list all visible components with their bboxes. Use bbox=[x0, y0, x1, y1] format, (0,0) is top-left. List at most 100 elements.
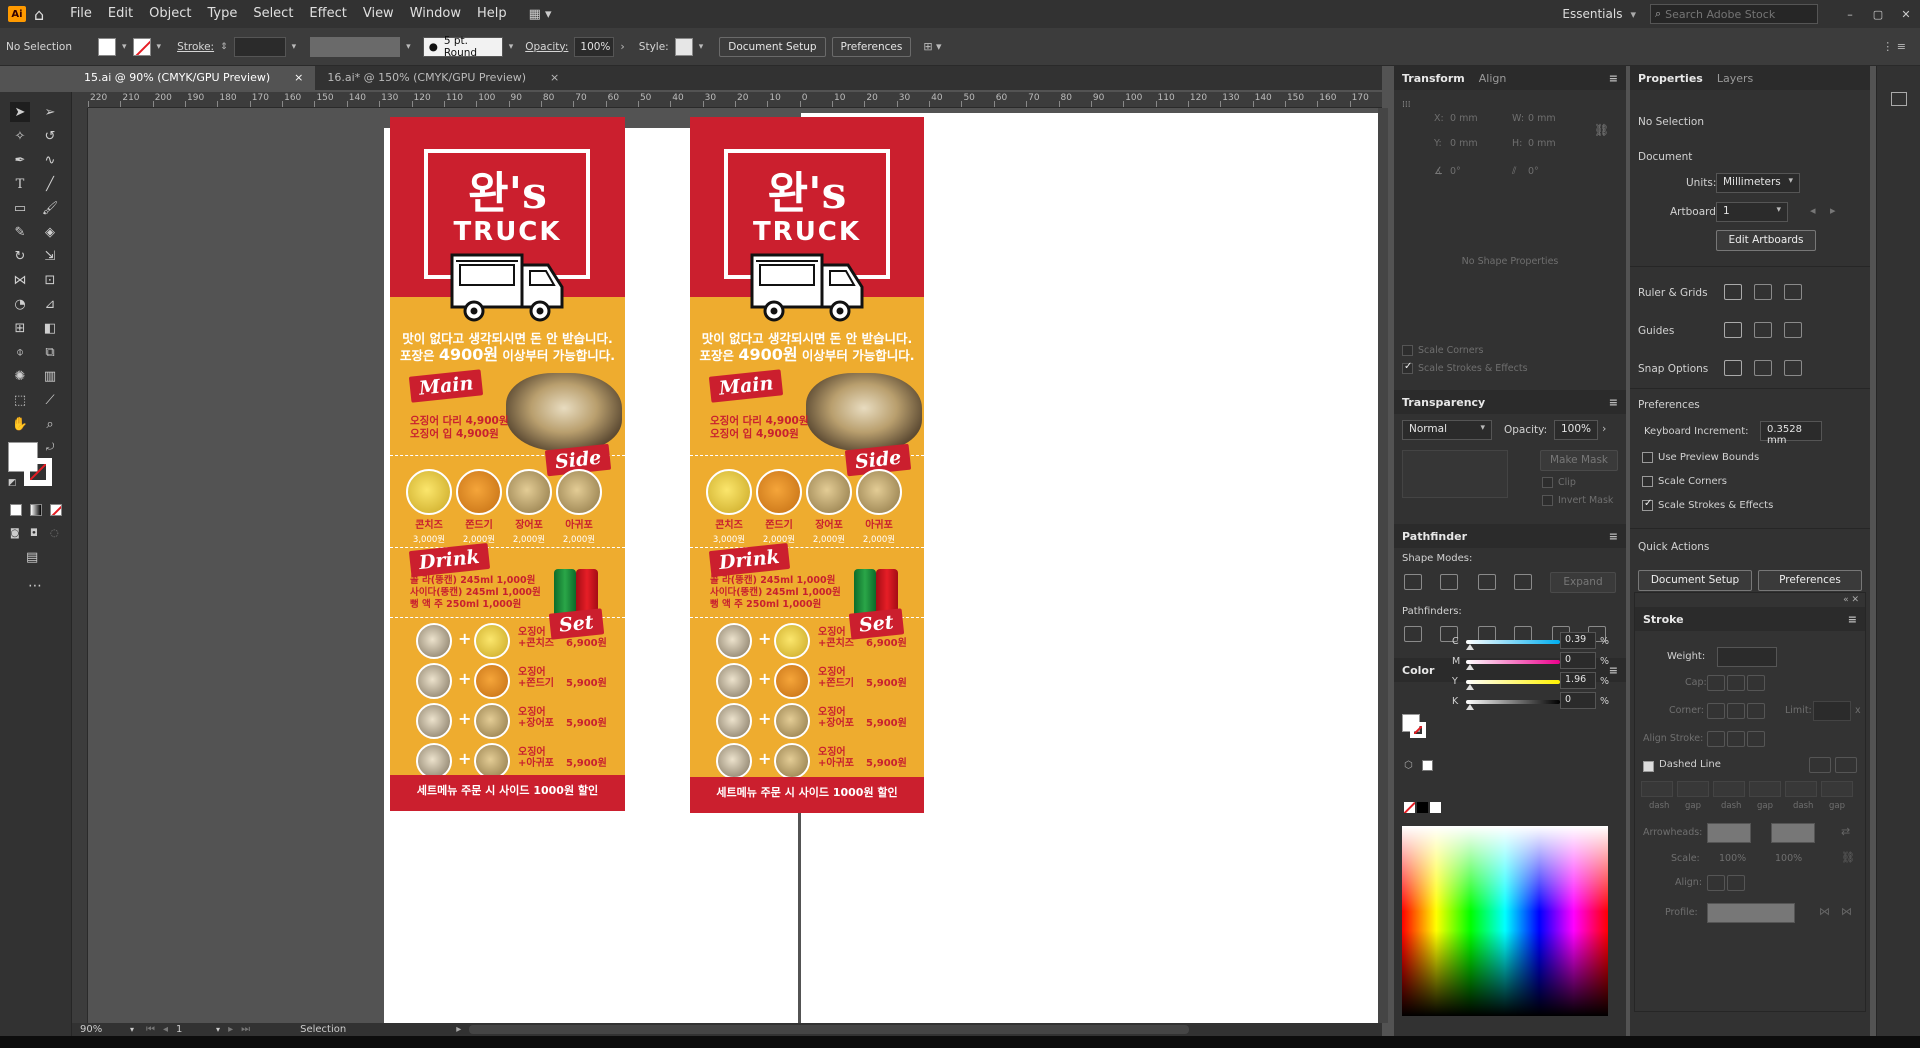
channel-value[interactable]: 0 bbox=[1560, 692, 1596, 709]
panel-menu-icon[interactable]: ≡ bbox=[1848, 613, 1857, 626]
preserve-dash-icon[interactable] bbox=[1809, 757, 1831, 773]
menu-flyer-2[interactable]: 완's TRUCK 맛이 없다고 생각되시면 돈 안 받습니다. 포장은 4900원 … bbox=[690, 117, 924, 813]
column-graph-tool-icon[interactable]: ▥ bbox=[40, 366, 60, 386]
snap-to-pixel-icon[interactable] bbox=[1754, 360, 1772, 376]
x-field[interactable]: 0 mm bbox=[1450, 113, 1478, 124]
eyedropper-tool-icon[interactable]: ⌽ bbox=[10, 342, 30, 362]
opacity-arrow-icon[interactable]: › bbox=[1602, 422, 1606, 435]
scale-tool-icon[interactable]: ⇲ bbox=[40, 246, 60, 266]
units-select[interactable]: Millimeters ▾ bbox=[1716, 173, 1800, 193]
arrowhead-end-select[interactable] bbox=[1771, 823, 1815, 843]
next-artboard-nav-icon[interactable]: ▸ bbox=[228, 1024, 233, 1035]
menu-type[interactable]: Type bbox=[199, 0, 245, 28]
color-spectrum[interactable] bbox=[1402, 826, 1608, 1016]
transparency-title[interactable]: Transparency bbox=[1402, 396, 1485, 409]
quick-document-setup-button[interactable]: Document Setup bbox=[1638, 570, 1752, 591]
panel-menu-icon[interactable]: ≡ bbox=[1609, 530, 1618, 543]
artboard-number[interactable]: 1 bbox=[176, 1024, 216, 1035]
lasso-tool-icon[interactable]: ↺ bbox=[40, 126, 60, 146]
w-field[interactable]: 0 mm bbox=[1528, 113, 1556, 124]
menu-flyer-1[interactable]: 완's TRUCK 맛이 없다고 생각되시면 돈 안 받습니다. 포장은 4900원 … bbox=[390, 117, 625, 811]
vertical-scrollbar[interactable] bbox=[1378, 108, 1388, 1023]
style-dropdown-icon[interactable]: ▾ bbox=[699, 42, 704, 52]
zoom-dropdown-icon[interactable]: ▾ bbox=[130, 1025, 134, 1034]
home-icon[interactable]: ⌂ bbox=[34, 5, 44, 24]
horizontal-ruler[interactable]: 220 210 200 190 180 170 160 150 140 130 120 110 100 9… bbox=[88, 92, 1382, 108]
slider-thumb-icon[interactable] bbox=[1466, 644, 1474, 650]
slider-thumb-icon[interactable] bbox=[1466, 664, 1474, 670]
paintbrush-tool-icon[interactable]: 🖌 bbox=[40, 198, 60, 218]
arrow-place-icon[interactable] bbox=[1727, 875, 1745, 891]
swap-arrowheads-icon[interactable]: ⇄ bbox=[1841, 825, 1850, 838]
align-inside-icon[interactable] bbox=[1727, 731, 1745, 747]
default-colors-icon[interactable]: ◩ bbox=[8, 478, 17, 488]
menu-effect[interactable]: Effect bbox=[301, 0, 354, 28]
brush-definition[interactable]: ● 5 pt. Round bbox=[422, 35, 503, 59]
panel-menu-icon[interactable]: ≡ bbox=[1609, 396, 1618, 409]
invert-mask-checkbox[interactable] bbox=[1542, 495, 1553, 506]
scale-strokes-checkbox-2[interactable] bbox=[1642, 498, 1653, 511]
magic-wand-tool-icon[interactable]: ✧ bbox=[10, 126, 30, 146]
make-mask-button[interactable]: Make Mask bbox=[1540, 450, 1618, 471]
tab-15-ai[interactable]: 15.ai @ 90% (CMYK/GPU Preview) × bbox=[72, 66, 316, 90]
close-tab-icon[interactable]: × bbox=[550, 66, 559, 90]
arrow-scale-end[interactable]: 100% bbox=[1775, 853, 1802, 864]
rulers-icon[interactable] bbox=[1724, 284, 1742, 300]
next-artboard-icon[interactable]: ▸ bbox=[1830, 204, 1836, 217]
transparency-opacity-field[interactable]: 100% bbox=[1554, 420, 1598, 440]
gradient-mode-icon[interactable] bbox=[30, 504, 42, 516]
channel-value[interactable]: 0 bbox=[1560, 652, 1596, 669]
scale-strokes-checkbox[interactable] bbox=[1402, 361, 1413, 374]
opacity-arrow-icon[interactable]: › bbox=[620, 40, 624, 53]
workspace-chevron-icon[interactable]: ▾ bbox=[1630, 8, 1636, 21]
transparency-grid-icon[interactable] bbox=[1784, 284, 1802, 300]
collapse-panel-icon[interactable]: « ✕ bbox=[1843, 595, 1859, 605]
black-swatch[interactable] bbox=[1417, 802, 1428, 813]
none-mode-icon[interactable] bbox=[50, 504, 62, 516]
type-tool-icon[interactable]: T bbox=[10, 174, 30, 194]
menu-file[interactable]: File bbox=[62, 0, 100, 28]
tab-properties[interactable]: Properties bbox=[1638, 72, 1703, 85]
artboard-select[interactable]: 1 ▾ bbox=[1716, 202, 1788, 222]
clip-checkbox[interactable] bbox=[1542, 477, 1553, 488]
expand-button[interactable]: Expand bbox=[1550, 572, 1616, 593]
rectangle-tool-icon[interactable]: ▭ bbox=[10, 198, 30, 218]
limit-field[interactable] bbox=[1813, 701, 1851, 721]
blend-tool-icon[interactable]: ⧉ bbox=[40, 342, 60, 362]
unite-icon[interactable] bbox=[1404, 574, 1422, 590]
prev-artboard-icon[interactable]: ◂ bbox=[1810, 204, 1816, 217]
y-field[interactable]: 0 mm bbox=[1450, 138, 1478, 149]
variable-width-profile[interactable] bbox=[310, 36, 401, 57]
properties-panel-icon[interactable] bbox=[1891, 92, 1907, 106]
stroke-weight-dropdown-icon[interactable]: ▾ bbox=[292, 42, 297, 52]
eraser-tool-icon[interactable]: ◈ bbox=[40, 222, 60, 242]
scale-corners-checkbox[interactable] bbox=[1402, 345, 1413, 356]
cube-icon[interactable]: ⬡ bbox=[1404, 760, 1413, 771]
dash-field[interactable] bbox=[1677, 781, 1709, 797]
channel-slider[interactable] bbox=[1466, 700, 1560, 704]
curvature-tool-icon[interactable]: ∿ bbox=[40, 150, 60, 170]
menu-edit[interactable]: Edit bbox=[100, 0, 141, 28]
shaper-tool-icon[interactable]: ✎ bbox=[10, 222, 30, 242]
snap-to-glyph-icon[interactable] bbox=[1784, 360, 1802, 376]
channel-slider[interactable] bbox=[1466, 660, 1560, 664]
link-scale-icon[interactable]: ⛓ bbox=[1841, 851, 1855, 864]
dash-field[interactable] bbox=[1713, 781, 1745, 797]
none-swatch[interactable] bbox=[1404, 802, 1415, 813]
transform-again-icon[interactable]: ⊞ ▾ bbox=[923, 40, 941, 53]
profile-dropdown-icon[interactable]: ▾ bbox=[406, 42, 411, 52]
canvas[interactable]: 완's TRUCK 맛이 없다고 생각되시면 돈 안 받습니다. 포장은 4900원 … bbox=[88, 108, 1378, 1023]
exclude-icon[interactable] bbox=[1514, 574, 1532, 590]
zoom-level[interactable]: 90% bbox=[80, 1024, 130, 1035]
artboard-tool-icon[interactable]: ⬚ bbox=[10, 390, 30, 410]
round-join-icon[interactable] bbox=[1727, 703, 1745, 719]
draw-normal-icon[interactable]: ◙ bbox=[10, 528, 20, 539]
line-tool-icon[interactable]: ╱ bbox=[40, 174, 60, 194]
edit-toolbar-icon[interactable]: ⋯ bbox=[28, 578, 42, 594]
menu-help[interactable]: Help bbox=[469, 0, 515, 28]
draw-inside-icon[interactable]: ◌ bbox=[50, 528, 59, 539]
menu-select[interactable]: Select bbox=[245, 0, 301, 28]
align-center-icon[interactable] bbox=[1707, 731, 1725, 747]
arrow-scale-start[interactable]: 100% bbox=[1719, 853, 1746, 864]
bevel-join-icon[interactable] bbox=[1747, 703, 1765, 719]
